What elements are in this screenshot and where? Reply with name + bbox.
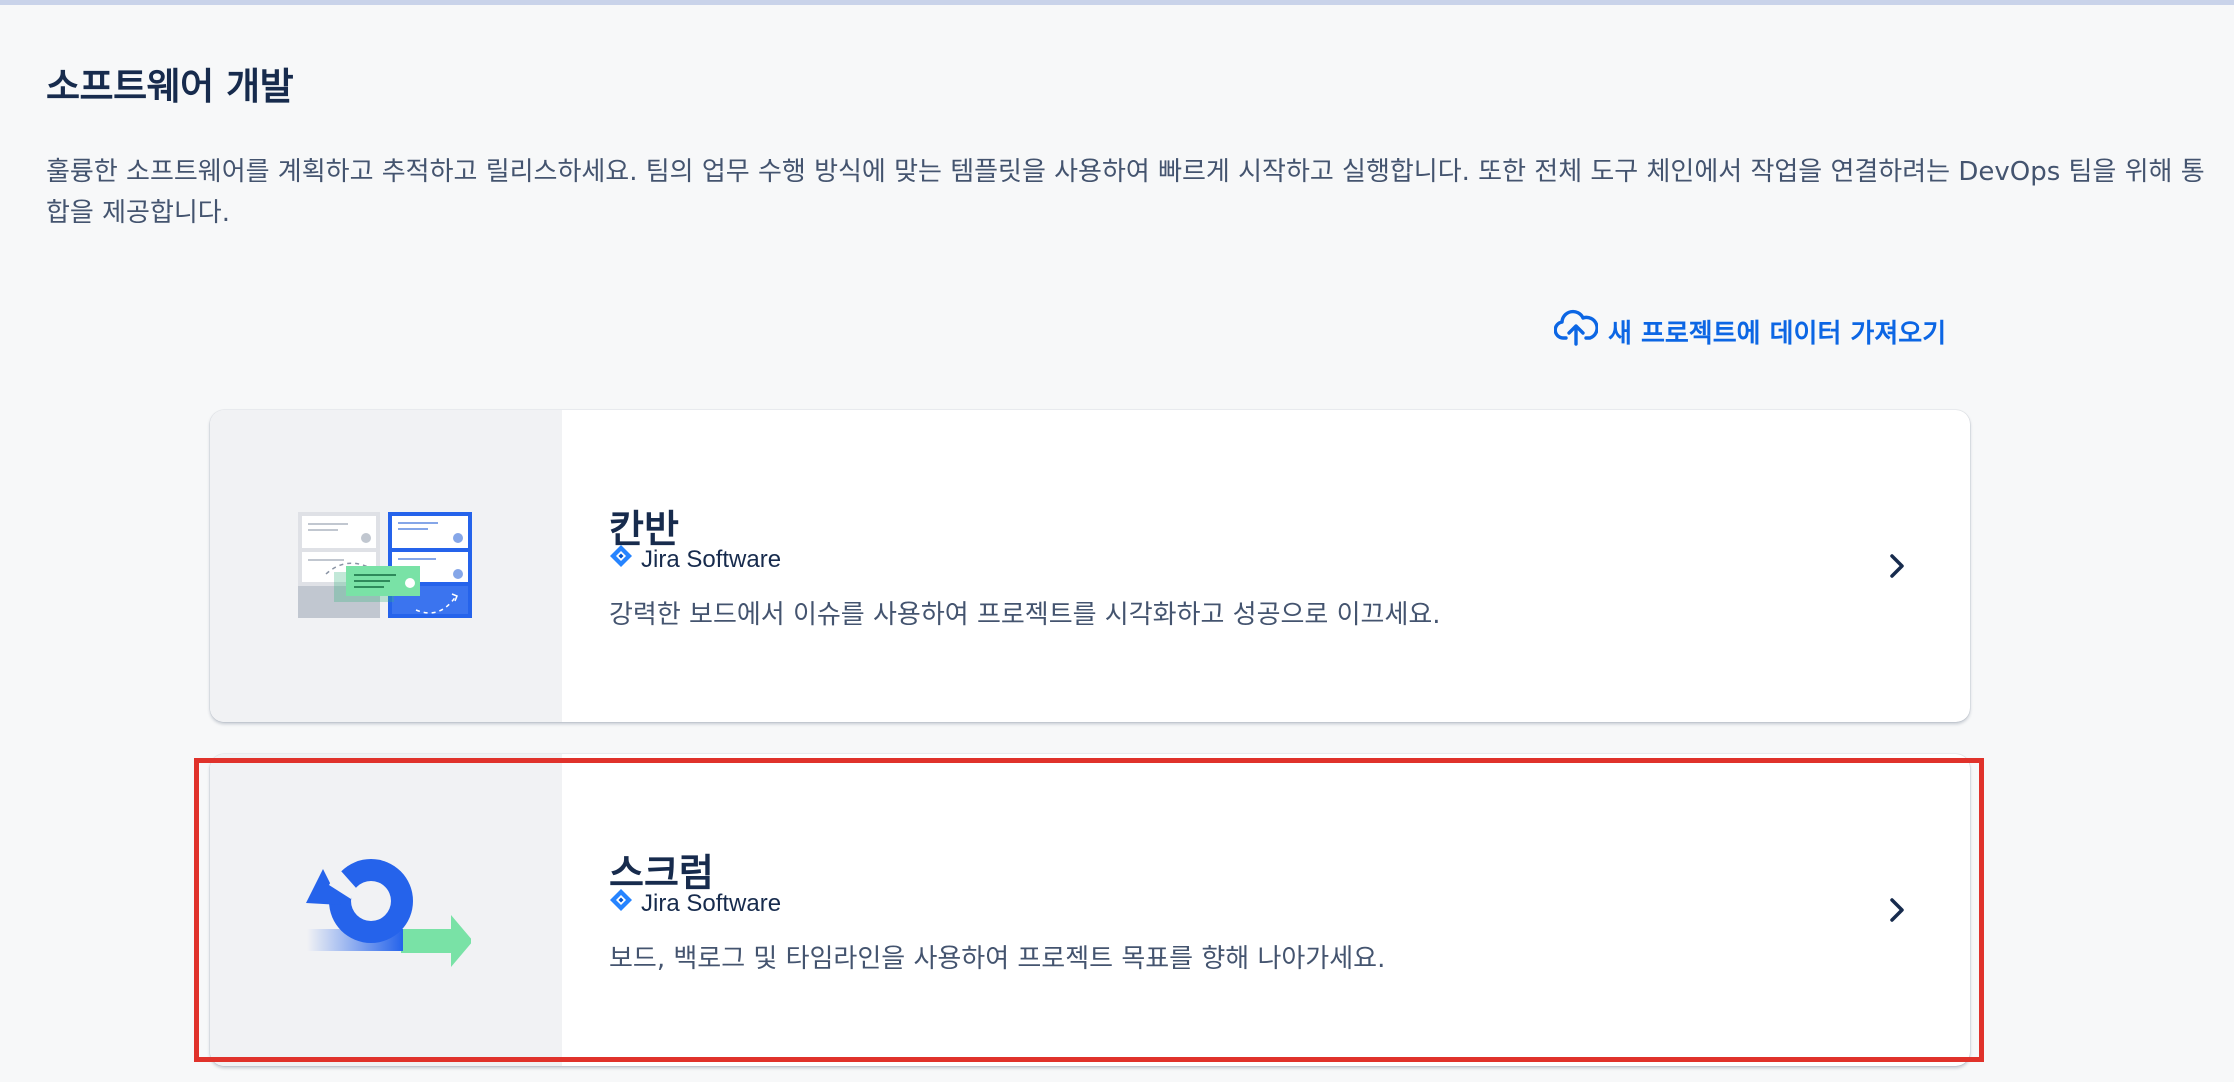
template-product: Jira Software: [609, 888, 781, 919]
jira-logo-icon: [609, 544, 633, 575]
page-description: 훌륭한 소프트웨어를 계획하고 추적하고 릴리스하세요. 팀의 업무 수행 방식…: [46, 157, 2205, 228]
scrum-cycle-illustration: [210, 754, 562, 1066]
template-card-kanban[interactable]: 칸반 Jira Software 강력한 보드에서 이슈를 사용하여 프로젝트를…: [210, 410, 1970, 722]
cloud-upload-icon: [1553, 308, 1599, 355]
chevron-right-icon: [1882, 895, 1912, 925]
template-description: 보드, 백로그 및 타임라인을 사용하여 프로젝트 목표를 향해 나아가세요.: [609, 944, 1386, 974]
kanban-card-body: 칸반 Jira Software 강력한 보드에서 이슈를 사용하여 프로젝트를…: [609, 410, 1850, 722]
template-description: 강력한 보드에서 이슈를 사용하여 프로젝트를 시각화하고 성공으로 이끄세요.: [609, 600, 1441, 630]
import-data-label: 새 프로젝트에 데이터 가져오기: [1608, 319, 1947, 349]
template-product: Jira Software: [609, 544, 781, 575]
top-rule: [0, 0, 2234, 5]
page-title: 소프트웨어 개발: [46, 65, 294, 108]
jira-logo-icon: [609, 888, 633, 919]
template-product-label: Jira Software: [641, 545, 782, 573]
kanban-board-illustration: [210, 410, 562, 722]
import-data-link[interactable]: 새 프로젝트에 데이터 가져오기: [1553, 308, 1947, 355]
scrum-card-body: 스크럼 Jira Software 보드, 백로그 및 타임라인을 사용하여 프…: [609, 754, 1850, 1066]
template-card-scrum[interactable]: 스크럼 Jira Software 보드, 백로그 및 타임라인을 사용하여 프…: [210, 754, 1970, 1066]
template-product-label: Jira Software: [641, 889, 782, 917]
chevron-right-icon: [1882, 551, 1912, 581]
